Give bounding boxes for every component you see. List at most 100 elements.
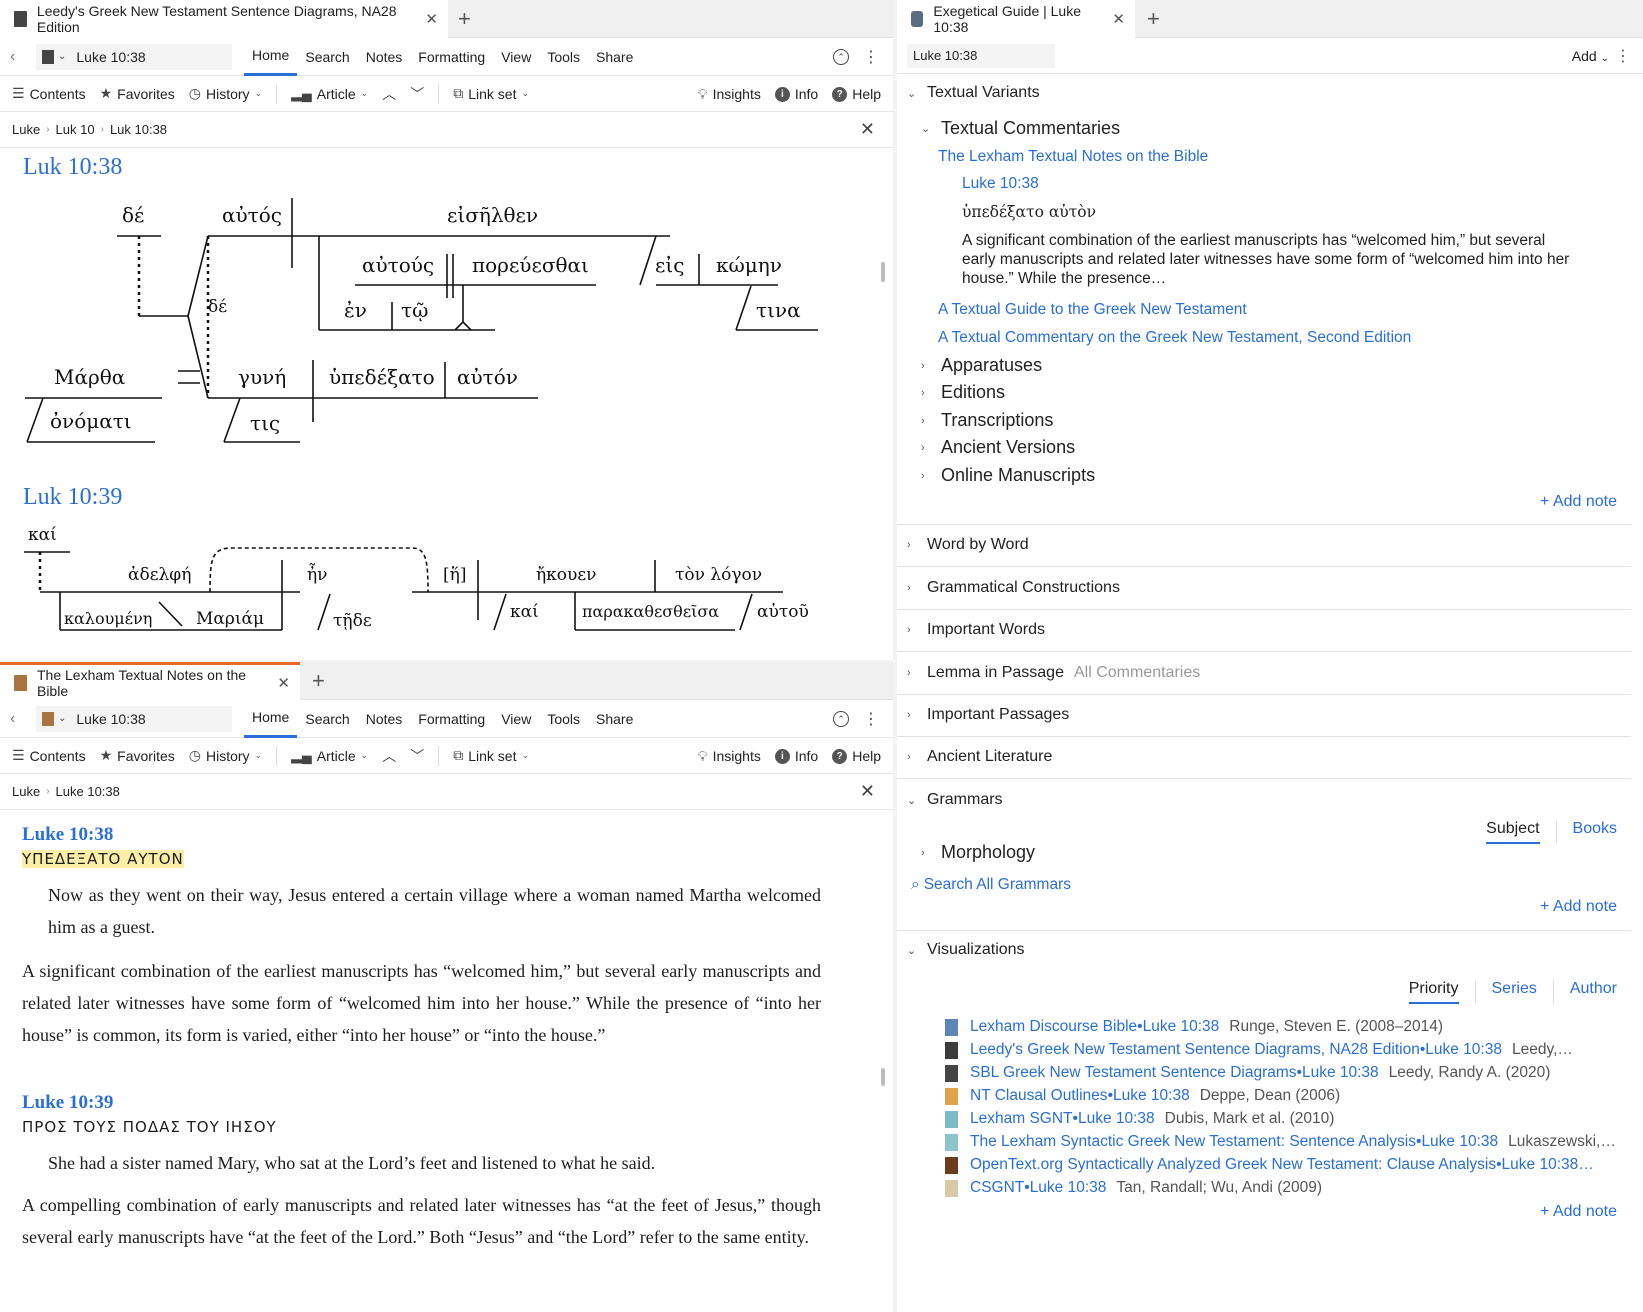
tab-books[interactable]: Books: [1573, 820, 1617, 844]
visualization-item[interactable]: CSGNT • Luke 10:38 Tan, Randall; Wu, Andi…: [945, 1179, 1619, 1197]
section-textual-commentaries[interactable]: ⌄ Textual Commentaries: [921, 118, 1120, 139]
visualization-title[interactable]: The Lexham Syntactic Greek New Testament…: [970, 1133, 1416, 1151]
close-icon[interactable]: ✕: [1112, 10, 1125, 28]
note-reference[interactable]: Luke 10:38: [22, 824, 821, 846]
close-icon[interactable]: ✕: [860, 119, 875, 140]
reference-box[interactable]: Luke 10:38: [907, 43, 1055, 68]
visualization-title[interactable]: NT Clausal Outlines: [970, 1087, 1108, 1105]
reference-box[interactable]: ⌄ Luke 10:38: [36, 705, 232, 732]
breadcrumb-item[interactable]: Luke 10:38: [56, 784, 120, 799]
breadcrumb-item[interactable]: Luke: [12, 122, 40, 137]
more-icon[interactable]: ⋮: [863, 709, 879, 729]
info-button[interactable]: i Info: [774, 748, 818, 764]
section-textual-variants[interactable]: ⌄ Textual Variants: [907, 84, 1040, 102]
help-button[interactable]: ? Help: [832, 748, 881, 764]
visualization-reference[interactable]: Luke 10:38: [1425, 1041, 1502, 1059]
close-icon[interactable]: ✕: [860, 781, 875, 802]
menu-tools[interactable]: Tools: [539, 38, 588, 76]
back-icon[interactable]: ‹: [10, 48, 28, 66]
add-note-button[interactable]: + Add note: [1540, 1203, 1617, 1221]
favorites-button[interactable]: ★ Favorites: [100, 85, 175, 102]
insights-button[interactable]: 💡︎ Insights: [698, 748, 761, 765]
scrollbar-thumb[interactable]: [881, 262, 885, 282]
scrollbar-thumb[interactable]: [881, 1068, 885, 1086]
more-icon[interactable]: ⋮: [863, 47, 879, 67]
menu-view[interactable]: View: [493, 700, 539, 738]
subsection-ancient-versions[interactable]: › Ancient Versions: [921, 437, 1075, 458]
menu-view[interactable]: View: [493, 38, 539, 76]
tab-series[interactable]: Series: [1492, 980, 1537, 1004]
tab-sentence-diagrams[interactable]: Leedy's Greek New Testament Sentence Dia…: [0, 0, 448, 38]
visualization-title[interactable]: Lexham Discourse Bible: [970, 1018, 1137, 1036]
visualization-item[interactable]: SBL Greek New Testament Sentence Diagram…: [945, 1064, 1619, 1082]
contents-button[interactable]: ☰ Contents: [12, 85, 86, 102]
close-icon[interactable]: ✕: [277, 674, 290, 692]
subsection-online-manuscripts[interactable]: › Online Manuscripts: [921, 465, 1095, 486]
next-article-button[interactable]: ﹀: [410, 746, 424, 766]
back-icon[interactable]: ‹: [10, 710, 28, 728]
link-set-button[interactable]: ⧉ Link set ⌄: [453, 747, 529, 764]
visualization-title[interactable]: Leedy's Greek New Testament Sentence Dia…: [970, 1041, 1420, 1059]
favorites-button[interactable]: ★ Favorites: [100, 747, 175, 764]
visualization-reference[interactable]: Luke 10:38: [1421, 1133, 1498, 1151]
menu-notes[interactable]: Notes: [358, 38, 411, 76]
visualization-title[interactable]: CSGNT: [970, 1179, 1024, 1197]
more-icon[interactable]: ⋮: [1615, 46, 1631, 66]
menu-notes[interactable]: Notes: [358, 700, 411, 738]
section-word-by-word[interactable]: › Word by Word: [907, 536, 1029, 554]
verse-heading[interactable]: Luk 10:39: [23, 484, 122, 511]
search-grammars-link[interactable]: ⌕ Search All Grammars: [911, 876, 1071, 894]
visualization-reference[interactable]: Luke 10:38: [1078, 1110, 1155, 1128]
visualization-item[interactable]: NT Clausal Outlines • Luke 10:38 Deppe, D…: [945, 1087, 1619, 1105]
visualization-reference[interactable]: Luke 10:38: [1302, 1064, 1379, 1082]
section-important-words[interactable]: › Important Words: [907, 621, 1045, 639]
menu-share[interactable]: Share: [588, 700, 641, 738]
breadcrumb-item[interactable]: Luk 10: [56, 122, 95, 137]
info-button[interactable]: i Info: [774, 86, 818, 102]
link-set-button[interactable]: ⧉ Link set ⌄: [453, 85, 529, 102]
add-tab-icon[interactable]: +: [1147, 6, 1160, 32]
note-reference[interactable]: Luke 10:39: [22, 1092, 821, 1114]
subsection-editions[interactable]: › Editions: [921, 382, 1005, 403]
visualization-reference[interactable]: Luke 10:38: [1143, 1018, 1220, 1036]
add-note-button[interactable]: + Add note: [1540, 493, 1617, 511]
article-button[interactable]: ▂▄ Article ⌄: [291, 747, 368, 764]
prev-article-button[interactable]: ︿: [382, 84, 396, 104]
section-lemma-in-passage[interactable]: › Lemma in Passage All Commentaries: [907, 664, 1200, 682]
section-important-passages[interactable]: › Important Passages: [907, 706, 1069, 724]
section-ancient-literature[interactable]: › Ancient Literature: [907, 748, 1052, 766]
visualization-title[interactable]: SBL Greek New Testament Sentence Diagram…: [970, 1064, 1297, 1082]
visualization-item[interactable]: OpenText.org Syntactically Analyzed Gree…: [945, 1156, 1619, 1174]
close-icon[interactable]: ✕: [425, 10, 438, 28]
reference-box[interactable]: ⌄ Luke 10:38: [36, 43, 232, 70]
section-visualizations[interactable]: ⌄ Visualizations: [907, 941, 1025, 959]
menu-home[interactable]: Home: [244, 700, 298, 738]
visualization-item[interactable]: Lexham SGNT • Luke 10:38 Dubis, Mark et a…: [945, 1110, 1619, 1128]
add-note-button[interactable]: + Add note: [1540, 898, 1617, 916]
contents-button[interactable]: ☰ Contents: [12, 747, 86, 764]
tab-lexham-textual-notes[interactable]: The Lexham Textual Notes on the Bible ✕: [0, 662, 300, 700]
add-tab-icon[interactable]: +: [312, 668, 325, 694]
tab-exegetical-guide[interactable]: Exegetical Guide | Luke 10:38 ✕: [897, 0, 1135, 38]
prev-article-button[interactable]: ︿: [382, 746, 396, 766]
history-button[interactable]: ◷ History ⌄: [189, 85, 262, 102]
section-grammatical-constructions[interactable]: › Grammatical Constructions: [907, 579, 1120, 597]
subsection-transcriptions[interactable]: › Transcriptions: [921, 410, 1053, 431]
collapse-icon[interactable]: ⌃: [833, 49, 849, 65]
help-button[interactable]: ? Help: [832, 86, 881, 102]
tab-priority[interactable]: Priority: [1408, 980, 1459, 1004]
visualization-item[interactable]: Leedy's Greek New Testament Sentence Dia…: [945, 1041, 1619, 1059]
article-button[interactable]: ▂▄ Article ⌄: [291, 85, 368, 102]
tab-subject[interactable]: Subject: [1486, 820, 1540, 844]
subsection-morphology[interactable]: › Morphology: [921, 842, 1035, 863]
chevron-down-icon[interactable]: ⌄: [58, 51, 66, 62]
visualization-title[interactable]: OpenText.org Syntactically Analyzed Gree…: [970, 1156, 1496, 1174]
menu-search[interactable]: Search: [297, 700, 357, 738]
commentary-link[interactable]: A Textual Guide to the Greek New Testame…: [938, 301, 1247, 319]
insights-button[interactable]: 💡︎ Insights: [698, 86, 761, 103]
add-button[interactable]: Add ⌄: [1572, 48, 1609, 64]
next-article-button[interactable]: ﹀: [410, 84, 424, 104]
tab-author[interactable]: Author: [1570, 980, 1617, 1004]
commentary-link[interactable]: A Textual Commentary on the Greek New Te…: [938, 329, 1411, 347]
visualization-reference[interactable]: Luke 10:38: [1113, 1087, 1190, 1105]
